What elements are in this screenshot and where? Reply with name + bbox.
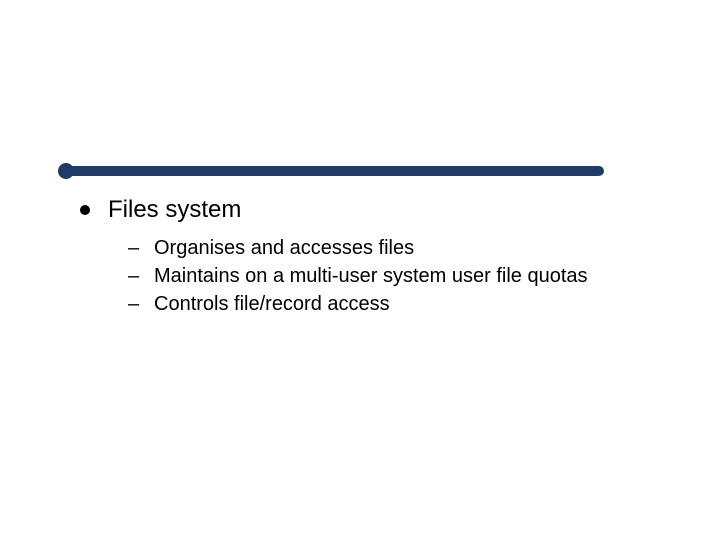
heading-text: Files system (108, 195, 241, 225)
dash-icon: – (128, 291, 154, 317)
dash-icon: – (128, 263, 154, 289)
list-item: – Organises and accesses files (128, 235, 660, 261)
title-underline (58, 163, 604, 179)
sub-bullet-text: Controls file/record access (154, 291, 390, 317)
sub-bullet-text: Organises and accesses files (154, 235, 414, 261)
bullet-dot-icon (80, 205, 90, 215)
title-underline-bar (66, 166, 604, 176)
sub-bullet-list: – Organises and accesses files – Maintai… (128, 235, 660, 317)
dash-icon: – (128, 235, 154, 261)
list-item: – Controls file/record access (128, 291, 660, 317)
sub-bullet-text: Maintains on a multi-user system user fi… (154, 263, 588, 289)
bullet-level1: Files system (80, 195, 660, 225)
list-item: – Maintains on a multi-user system user … (128, 263, 660, 289)
slide: Files system – Organises and accesses fi… (0, 0, 720, 540)
content-area: Files system – Organises and accesses fi… (80, 195, 660, 319)
